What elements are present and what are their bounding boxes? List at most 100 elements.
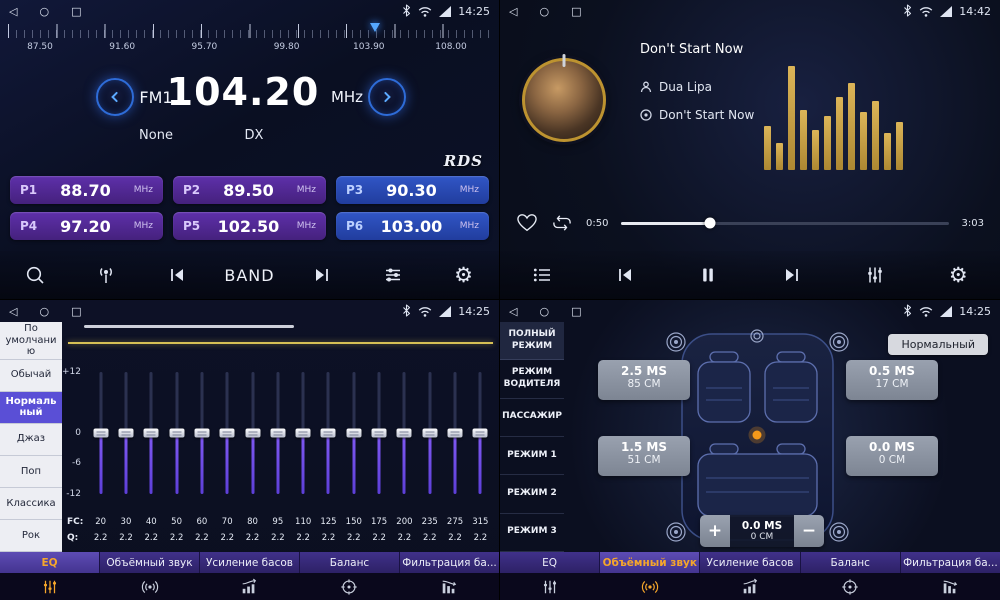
slider-knob[interactable] [372,429,387,438]
preset-p1-button[interactable]: P188.70MHz [10,176,163,204]
eq-preset-item[interactable]: Обычай [0,360,62,392]
tab-surround-sound[interactable]: Объёмный звук [100,552,200,573]
home-nav-icon[interactable]: ○ [39,306,49,317]
eq-sliders-icon[interactable] [500,573,600,600]
eq-band-slider[interactable] [88,360,113,500]
eq-preset-item[interactable]: Поп [0,456,62,488]
preset-p4-button[interactable]: P497.20MHz [10,212,163,240]
tune-settings-icon[interactable] [370,256,416,294]
tune-down-button[interactable] [96,78,134,116]
pause-icon[interactable] [685,256,731,294]
eq-band-slider[interactable] [139,360,164,500]
listening-mode-item[interactable]: РЕЖИМ ВОДИТЕЛЯ [500,360,564,398]
seek-bar-knob[interactable] [704,218,715,229]
previous-track-icon[interactable] [602,256,648,294]
eq-band-slider[interactable] [468,360,493,500]
settings-gear-icon[interactable]: ⚙ [935,256,981,294]
listening-mode-item[interactable]: РЕЖИМ 1 [500,437,564,475]
frequency-ruler[interactable]: 87.5091.6095.7099.80103.90108.00 [8,24,491,68]
slider-knob[interactable] [397,429,412,438]
eq-band-slider[interactable] [417,360,442,500]
eq-band-slider[interactable] [164,360,189,500]
dx-indicator[interactable]: DX [245,128,264,143]
eq-preset-item[interactable]: По умолчанию [0,322,62,360]
eq-band-slider[interactable] [265,360,290,500]
balance-icon[interactable] [299,573,399,600]
listening-mode-item[interactable]: ПАССАЖИР [500,399,564,437]
bass-boost-icon[interactable] [700,573,800,600]
previous-station-icon[interactable] [154,256,200,294]
recents-nav-icon[interactable]: □ [571,306,581,317]
increase-delay-button[interactable]: + [700,515,730,547]
equalizer-sliders-icon[interactable] [852,256,898,294]
eq-band-slider[interactable] [215,360,240,500]
tab-eq[interactable]: EQ [500,552,600,573]
preset-p3-button[interactable]: P390.30MHz [336,176,489,204]
surround-sound-icon[interactable] [100,573,200,600]
slider-knob[interactable] [194,429,209,438]
favorite-heart-icon[interactable] [516,213,538,233]
surround-sound-icon[interactable] [600,573,700,600]
slider-knob[interactable] [473,429,488,438]
tab-balance[interactable]: Баланс [300,552,400,573]
seek-bar[interactable] [621,222,948,225]
back-nav-icon[interactable]: ◁ [509,306,517,317]
slider-knob[interactable] [422,429,437,438]
back-nav-icon[interactable]: ◁ [509,6,517,17]
slider-knob[interactable] [93,429,108,438]
eq-band-slider[interactable] [392,360,417,500]
repeat-icon[interactable] [551,214,573,232]
preset-p5-button[interactable]: P5102.50MHz [173,212,326,240]
front-left-delay[interactable]: 2.5 MS 85 CM [598,360,690,400]
slider-knob[interactable] [169,429,184,438]
balance-icon[interactable] [800,573,900,600]
slider-knob[interactable] [144,429,159,438]
slider-knob[interactable] [448,429,463,438]
next-track-icon[interactable] [769,256,815,294]
tab-bass-boost[interactable]: Усиление басов [200,552,300,573]
preset-p6-button[interactable]: P6103.00MHz [336,212,489,240]
home-nav-icon[interactable]: ○ [539,6,549,17]
eq-band-slider[interactable] [366,360,391,500]
eq-preset-item[interactable]: Рок [0,520,62,552]
home-nav-icon[interactable]: ○ [539,306,549,317]
eq-preset-item[interactable]: Джаз [0,424,62,456]
slider-knob[interactable] [245,429,260,438]
slider-knob[interactable] [346,429,361,438]
eq-band-slider[interactable] [291,360,316,500]
next-station-icon[interactable] [299,256,345,294]
eq-band-slider[interactable] [189,360,214,500]
slider-knob[interactable] [118,429,133,438]
preset-p2-button[interactable]: P289.50MHz [173,176,326,204]
recents-nav-icon[interactable]: □ [71,306,81,317]
playlist-icon[interactable] [519,256,565,294]
eq-band-slider[interactable] [240,360,265,500]
back-nav-icon[interactable]: ◁ [9,306,17,317]
tab-surround-sound[interactable]: Объёмный звук [600,552,700,573]
back-nav-icon[interactable]: ◁ [9,6,17,17]
slider-knob[interactable] [220,429,235,438]
settings-gear-icon[interactable]: ⚙ [441,256,487,294]
tab-bass-filter[interactable]: Фильтрация ба... [901,552,1000,573]
eq-band-slider[interactable] [113,360,138,500]
eq-preset-item[interactable]: Нормальный [0,392,62,424]
listening-mode-item[interactable]: РЕЖИМ 2 [500,475,564,513]
rear-right-delay[interactable]: 0.0 MS 0 CM [846,436,938,476]
recents-nav-icon[interactable]: □ [71,6,81,17]
eq-band-slider[interactable] [341,360,366,500]
tune-up-button[interactable] [368,78,406,116]
slider-knob[interactable] [270,429,285,438]
front-right-delay[interactable]: 0.5 MS 17 CM [846,360,938,400]
tab-bass-boost[interactable]: Усиление басов [700,552,800,573]
tab-eq[interactable]: EQ [0,552,100,573]
listening-mode-item[interactable]: ПОЛНЫЙ РЕЖИМ [500,322,564,360]
eq-band-slider[interactable] [316,360,341,500]
bass-filter-icon[interactable] [399,573,499,600]
eq-preset-item[interactable]: Классика [0,488,62,520]
tab-balance[interactable]: Баланс [801,552,901,573]
sound-profile-button[interactable]: Нормальный [888,334,988,355]
eq-sliders-icon[interactable] [0,573,100,600]
scan-icon[interactable] [12,256,58,294]
slider-knob[interactable] [296,429,311,438]
decrease-delay-button[interactable]: − [794,515,824,547]
